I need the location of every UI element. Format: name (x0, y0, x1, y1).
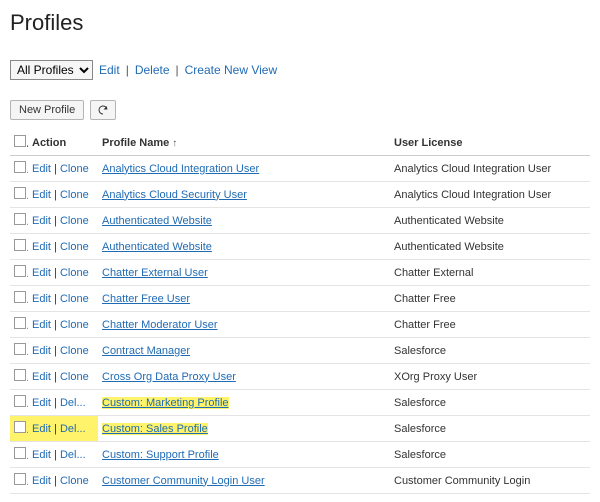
table-row: Edit | CloneAnalytics Cloud Security Use… (10, 182, 590, 208)
edit-link[interactable]: Edit (32, 397, 51, 409)
row-checkbox[interactable] (14, 395, 26, 407)
user-license-cell: Chatter Free (390, 286, 590, 312)
delete-link[interactable]: Del... (60, 449, 86, 461)
edit-link[interactable]: Edit (32, 371, 51, 383)
edit-link[interactable]: Edit (32, 319, 51, 331)
table-row: Edit | CloneAnalytics Cloud Integration … (10, 156, 590, 182)
edit-link[interactable]: Edit (32, 215, 51, 227)
user-license-cell: Analytics Cloud Integration User (390, 156, 590, 182)
clone-link[interactable]: Clone (60, 475, 89, 487)
user-license-cell: Salesforce (390, 338, 590, 364)
table-row: Edit | Del...Custom: Support ProfileSale… (10, 442, 590, 468)
delete-link[interactable]: Del... (60, 423, 86, 435)
edit-link[interactable]: Edit (32, 423, 51, 435)
user-license-cell: Authenticated Website (390, 234, 590, 260)
page-title: Profiles (10, 10, 590, 36)
profile-name-link[interactable]: Customer Community Login User (102, 475, 265, 487)
clone-link[interactable]: Clone (60, 345, 89, 357)
delete-link[interactable]: Del... (60, 397, 86, 409)
select-all-checkbox[interactable] (14, 135, 26, 147)
table-row: Edit | CloneCustomer Community Login Use… (10, 468, 590, 494)
profile-name-link[interactable]: Chatter External User (102, 267, 208, 279)
edit-link[interactable]: Edit (32, 449, 51, 461)
profile-name-link[interactable]: Custom: Support Profile (102, 449, 219, 461)
clone-link[interactable]: Clone (60, 241, 89, 253)
table-row: Edit | CloneChatter Moderator UserChatte… (10, 312, 590, 338)
row-checkbox[interactable] (14, 317, 26, 329)
edit-link[interactable]: Edit (32, 345, 51, 357)
table-header-row: Action Profile Name↑ User License (10, 130, 590, 156)
refresh-button[interactable] (90, 100, 116, 120)
edit-link[interactable]: Edit (32, 241, 51, 253)
col-action: Action (28, 130, 98, 156)
profile-name-link[interactable]: Chatter Free User (102, 293, 190, 305)
table-row: Edit | CloneAuthenticated WebsiteAuthent… (10, 208, 590, 234)
clone-link[interactable]: Clone (60, 319, 89, 331)
row-checkbox[interactable] (14, 369, 26, 381)
row-checkbox[interactable] (14, 187, 26, 199)
edit-link[interactable]: Edit (32, 267, 51, 279)
view-delete-link[interactable]: Delete (135, 63, 170, 77)
user-license-cell: XOrg Proxy User (390, 364, 590, 390)
row-checkbox[interactable] (14, 239, 26, 251)
user-license-cell: Analytics Cloud Integration User (390, 182, 590, 208)
edit-link[interactable]: Edit (32, 189, 51, 201)
clone-link[interactable]: Clone (60, 293, 89, 305)
edit-link[interactable]: Edit (32, 293, 51, 305)
row-checkbox[interactable] (14, 343, 26, 355)
profiles-table: Action Profile Name↑ User License Edit |… (10, 130, 590, 494)
row-checkbox[interactable] (14, 265, 26, 277)
clone-link[interactable]: Clone (60, 267, 89, 279)
user-license-cell: Chatter Free (390, 312, 590, 338)
table-row: Edit | CloneAuthenticated WebsiteAuthent… (10, 234, 590, 260)
row-checkbox[interactable] (14, 447, 26, 459)
row-checkbox[interactable] (14, 421, 26, 433)
profile-name-link[interactable]: Custom: Marketing Profile (102, 397, 229, 409)
new-profile-button[interactable]: New Profile (10, 100, 84, 120)
separator: | (126, 63, 129, 77)
view-edit-link[interactable]: Edit (99, 63, 120, 77)
toolbar: New Profile (10, 100, 590, 120)
profile-name-link[interactable]: Authenticated Website (102, 241, 212, 253)
row-checkbox[interactable] (14, 473, 26, 485)
user-license-cell: Salesforce (390, 390, 590, 416)
view-bar: All Profiles Edit | Delete | Create New … (10, 60, 590, 80)
profile-name-link[interactable]: Authenticated Website (102, 215, 212, 227)
table-row: Edit | CloneChatter Free UserChatter Fre… (10, 286, 590, 312)
table-row: Edit | CloneContract ManagerSalesforce (10, 338, 590, 364)
clone-link[interactable]: Clone (60, 163, 89, 175)
clone-link[interactable]: Clone (60, 189, 89, 201)
refresh-icon (97, 104, 109, 116)
profile-name-link[interactable]: Contract Manager (102, 345, 190, 357)
profile-name-link[interactable]: Analytics Cloud Security User (102, 189, 247, 201)
table-row: Edit | Del...Custom: Marketing ProfileSa… (10, 390, 590, 416)
table-row: Edit | CloneCross Org Data Proxy UserXOr… (10, 364, 590, 390)
clone-link[interactable]: Clone (60, 371, 89, 383)
profile-name-link[interactable]: Chatter Moderator User (102, 319, 218, 331)
profile-name-link[interactable]: Cross Org Data Proxy User (102, 371, 236, 383)
col-user-license[interactable]: User License (390, 130, 590, 156)
row-checkbox[interactable] (14, 291, 26, 303)
user-license-cell: Customer Community Login (390, 468, 590, 494)
user-license-cell: Chatter External (390, 260, 590, 286)
user-license-cell: Salesforce (390, 442, 590, 468)
view-create-link[interactable]: Create New View (185, 63, 277, 77)
user-license-cell: Salesforce (390, 416, 590, 442)
clone-link[interactable]: Clone (60, 215, 89, 227)
sort-asc-icon: ↑ (172, 138, 177, 149)
row-checkbox[interactable] (14, 161, 26, 173)
separator: | (176, 63, 179, 77)
col-profile-name[interactable]: Profile Name↑ (98, 130, 390, 156)
view-selector[interactable]: All Profiles (10, 60, 93, 80)
table-row: Edit | CloneChatter External UserChatter… (10, 260, 590, 286)
user-license-cell: Authenticated Website (390, 208, 590, 234)
profile-name-link[interactable]: Analytics Cloud Integration User (102, 163, 259, 175)
edit-link[interactable]: Edit (32, 475, 51, 487)
profile-name-link[interactable]: Custom: Sales Profile (102, 423, 208, 435)
row-checkbox[interactable] (14, 213, 26, 225)
edit-link[interactable]: Edit (32, 163, 51, 175)
table-row: Edit | Del...Custom: Sales ProfileSalesf… (10, 416, 590, 442)
